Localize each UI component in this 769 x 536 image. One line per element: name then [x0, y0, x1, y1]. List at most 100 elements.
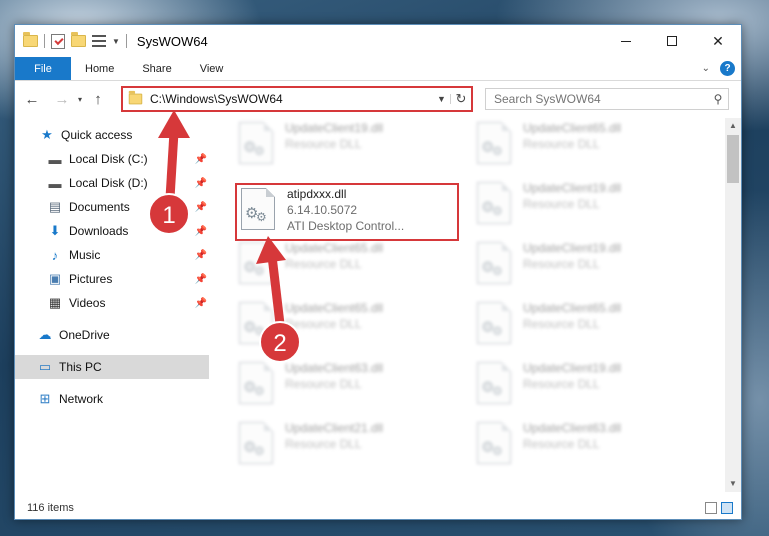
- tab-share[interactable]: Share: [128, 57, 185, 80]
- sidebar-item-this-pc[interactable]: ▭ This PC: [15, 355, 209, 379]
- file-item[interactable]: ⚙ ⚙ UpdateClient19.dll Resource DLL: [477, 240, 701, 290]
- sidebar-item-music[interactable]: ♪ Music 📌: [15, 243, 209, 267]
- dll-file-icon: ⚙ ⚙: [477, 122, 511, 164]
- pin-icon: 📌: [194, 297, 207, 309]
- dll-file-icon: ⚙ ⚙: [477, 182, 511, 224]
- view-toggle: [705, 502, 741, 514]
- scrollbar-thumb[interactable]: [727, 135, 739, 183]
- file-description: Resource DLL: [523, 317, 600, 331]
- sidebar-item-quick-access[interactable]: ★ Quick access: [15, 123, 209, 147]
- refresh-icon[interactable]: ↻: [451, 91, 471, 107]
- ribbon-tabs: File Home Share View ⌄ ?: [15, 57, 741, 81]
- sidebar-item-local-disk-c[interactable]: ▬ Local Disk (C:) 📌: [15, 147, 209, 171]
- file-description: Resource DLL: [285, 377, 362, 391]
- search-icon[interactable]: ⚲: [708, 92, 728, 106]
- file-item[interactable]: ⚙ ⚙ UpdateClient65.dll Resource DLL: [239, 240, 463, 290]
- file-name: UpdateClient19.dll: [523, 181, 622, 195]
- drive-icon: ▬: [48, 151, 62, 167]
- close-icon: ✕: [712, 32, 724, 49]
- sidebar-item-onedrive[interactable]: ☁ OneDrive: [15, 323, 209, 347]
- search-box[interactable]: ⚲: [485, 88, 729, 110]
- sidebar-item-local-disk-d[interactable]: ▬ Local Disk (D:) 📌: [15, 171, 209, 195]
- recent-locations-button[interactable]: ▾: [73, 95, 87, 104]
- sidebar-item-documents[interactable]: ▤ Documents 📌: [15, 195, 209, 219]
- minimize-icon: [621, 40, 631, 42]
- dll-file-icon: ⚙ ⚙: [477, 242, 511, 284]
- status-bar: 116 items: [15, 497, 741, 519]
- file-name: UpdateClient19.dll: [285, 121, 384, 135]
- file-name: UpdateClient19.dll: [523, 361, 622, 375]
- file-item[interactable]: ⚙ ⚙ UpdateClient65.dll Resource DLL: [477, 120, 701, 170]
- file-description: Resource DLL: [523, 197, 600, 211]
- sidebar-item-network[interactable]: ⊞ Network: [15, 387, 209, 411]
- pin-icon: 📌: [194, 177, 207, 189]
- large-icons-view-icon[interactable]: [721, 502, 733, 514]
- help-icon[interactable]: ?: [720, 61, 735, 76]
- file-name: UpdateClient19.dll: [523, 241, 622, 255]
- drive-icon: ▬: [48, 175, 62, 191]
- search-input[interactable]: [494, 92, 708, 106]
- scroll-down-icon[interactable]: ▼: [725, 476, 741, 492]
- sidebar-item-downloads[interactable]: ⬇ Downloads 📌: [15, 219, 209, 243]
- file-description: Resource DLL: [523, 377, 600, 391]
- address-path[interactable]: C:\Windows\SysWOW64: [150, 92, 433, 106]
- file-item[interactable]: ⚙ ⚙ UpdateClient65.dll Resource DLL: [239, 300, 463, 350]
- new-folder-icon[interactable]: [71, 32, 86, 47]
- tab-home[interactable]: Home: [71, 57, 128, 80]
- customize-icon[interactable]: [92, 35, 106, 47]
- pin-icon: 📌: [194, 153, 207, 165]
- file-explorer-window: ▼ SysWOW64 ✕ File Home Share View ⌄ ? ← …: [14, 24, 742, 520]
- file-item[interactable]: ⚙ ⚙ UpdateClient63.dll Resource DLL: [477, 420, 701, 470]
- folder-icon: [128, 90, 143, 105]
- tab-file[interactable]: File: [15, 57, 71, 80]
- file-item[interactable]: ⚙ ⚙ UpdateClient19.dll Resource DLL: [477, 180, 701, 230]
- minimize-button[interactable]: [603, 25, 649, 57]
- dll-file-icon: ⚙ ⚙: [239, 302, 273, 344]
- pin-icon: 📌: [194, 225, 207, 237]
- network-icon: ⊞: [39, 391, 51, 406]
- monitor-icon: ▭: [38, 359, 52, 374]
- file-item[interactable]: ⚙ ⚙ UpdateClient19.dll Resource DLL: [477, 360, 701, 410]
- details-view-icon[interactable]: [705, 502, 717, 514]
- sidebar-item-label: Documents: [69, 200, 130, 214]
- navigation-bar: ← → ▾ ↑ C:\Windows\SysWOW64 ▼ ↻ ⚲: [15, 82, 741, 116]
- properties-icon[interactable]: [51, 33, 65, 49]
- close-button[interactable]: ✕: [695, 25, 741, 57]
- file-name: UpdateClient65.dll: [523, 301, 622, 315]
- dll-file-icon: ⚙ ⚙: [239, 242, 273, 284]
- file-description: Resource DLL: [523, 137, 600, 151]
- pin-icon: 📌: [194, 273, 207, 285]
- address-bar[interactable]: C:\Windows\SysWOW64 ▼ ↻: [121, 86, 473, 112]
- star-icon: ★: [41, 127, 53, 142]
- up-button[interactable]: ↑: [87, 91, 109, 108]
- scroll-up-icon[interactable]: ▲: [725, 118, 741, 134]
- sidebar-item-pictures[interactable]: ▣ Pictures 📌: [15, 267, 209, 291]
- documents-icon: ▤: [48, 199, 62, 214]
- chevron-down-icon[interactable]: ▼: [112, 37, 120, 46]
- sidebar-item-videos[interactable]: ▦ Videos 📌: [15, 291, 209, 315]
- back-button[interactable]: ←: [21, 91, 43, 108]
- vertical-scrollbar[interactable]: ▲ ▼: [725, 118, 741, 492]
- file-item[interactable]: ⚙ ⚙ UpdateClient19.dll Resource DLL: [239, 120, 463, 170]
- forward-button[interactable]: →: [51, 91, 73, 108]
- file-description: Resource DLL: [523, 257, 600, 271]
- file-description: Resource DLL: [285, 257, 362, 271]
- file-item[interactable]: ⚙ ⚙ UpdateClient65.dll Resource DLL: [477, 300, 701, 350]
- sidebar-item-label: Videos: [69, 296, 106, 310]
- title-bar: ▼ SysWOW64 ✕: [15, 25, 741, 57]
- sidebar-item-label: This PC: [59, 360, 102, 374]
- toolbar-divider: [125, 34, 127, 48]
- tab-view[interactable]: View: [186, 57, 238, 80]
- folder-icon[interactable]: [23, 32, 38, 47]
- dll-file-icon: ⚙ ⚙: [239, 122, 273, 164]
- file-item[interactable]: ⚙ ⚙ UpdateClient21.dll Resource DLL: [239, 420, 463, 470]
- expand-ribbon-icon[interactable]: ⌄: [702, 63, 710, 74]
- sidebar-item-label: Downloads: [69, 224, 129, 238]
- chevron-down-icon[interactable]: ▼: [433, 94, 451, 104]
- file-highlight-box: [235, 183, 459, 241]
- window-title: SysWOW64: [136, 33, 208, 49]
- file-item[interactable]: ⚙ ⚙ UpdateClient63.dll Resource DLL: [239, 360, 463, 410]
- dll-file-icon: ⚙ ⚙: [477, 302, 511, 344]
- maximize-button[interactable]: [649, 25, 695, 57]
- file-name: UpdateClient65.dll: [523, 121, 622, 135]
